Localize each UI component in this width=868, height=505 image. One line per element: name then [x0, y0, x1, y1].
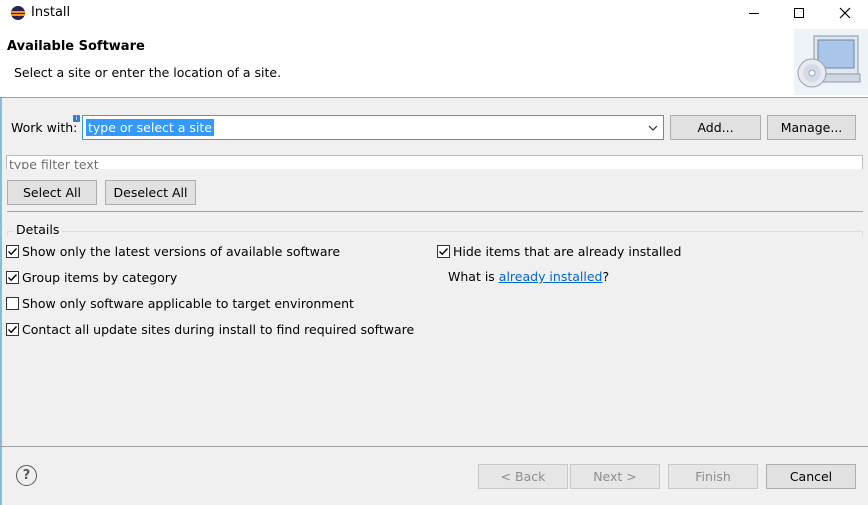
checkbox[interactable]: [437, 244, 450, 258]
option-label: Contact all update sites during install …: [22, 321, 415, 337]
checkmark-icon: [8, 247, 18, 255]
deselect-all-button[interactable]: Deselect All: [105, 180, 196, 205]
already-installed-link[interactable]: already installed: [499, 269, 603, 284]
install-banner-icon: [794, 29, 868, 95]
page-description: Select a site or enter the location of a…: [14, 65, 282, 80]
option-target-environment[interactable]: Show only software applicable to target …: [6, 295, 354, 311]
checkbox[interactable]: [6, 322, 19, 336]
eclipse-icon: [11, 6, 25, 20]
help-icon[interactable]: ?: [16, 465, 37, 486]
divider: [7, 211, 863, 212]
back-button[interactable]: < Back: [478, 464, 568, 489]
details-label: Details: [13, 222, 63, 237]
chevron-down-icon[interactable]: [647, 122, 659, 134]
add-button[interactable]: Add...: [670, 115, 761, 140]
checkbox[interactable]: [6, 244, 19, 258]
option-latest-versions[interactable]: Show only the latest versions of availab…: [6, 243, 340, 259]
next-button[interactable]: Next >: [570, 464, 660, 489]
details-group-border: [7, 231, 863, 236]
manage-button[interactable]: Manage...: [767, 115, 856, 140]
work-with-label: Work with:: [11, 120, 78, 135]
checkmark-icon: [8, 273, 18, 281]
focus-border: [0, 97, 2, 505]
option-hide-installed[interactable]: Hide items that are already installed: [437, 243, 681, 259]
title-bar: Install: [0, 0, 868, 26]
what-is-prefix: What is: [448, 269, 499, 284]
minimize-icon: [749, 12, 759, 14]
info-icon: i: [73, 115, 80, 122]
checkbox[interactable]: [6, 296, 19, 310]
filter-placeholder: type filter text: [9, 157, 99, 169]
window-title: Install: [31, 5, 71, 20]
select-all-button[interactable]: Select All: [7, 180, 97, 205]
close-button[interactable]: [822, 0, 868, 26]
close-icon: [839, 7, 851, 19]
what-is-suffix: ?: [602, 269, 610, 284]
finish-button[interactable]: Finish: [668, 464, 758, 489]
checkmark-icon: [439, 247, 449, 255]
wizard-header: Available Software Select a site or ente…: [0, 26, 868, 98]
option-label: Show only software applicable to target …: [22, 295, 354, 311]
work-with-value[interactable]: type or select a site: [86, 119, 214, 136]
work-with-combo[interactable]: type or select a site: [82, 115, 664, 140]
option-label: Show only the latest versions of availab…: [22, 243, 341, 259]
what-is-installed: What is already installed?: [448, 269, 609, 284]
checkbox[interactable]: [6, 270, 19, 284]
filter-input[interactable]: type filter text: [6, 155, 863, 169]
option-label: Hide items that are already installed: [453, 243, 682, 259]
cancel-button[interactable]: Cancel: [766, 464, 856, 489]
option-contact-update-sites[interactable]: Contact all update sites during install …: [6, 321, 414, 337]
maximize-button[interactable]: [776, 0, 822, 26]
maximize-icon: [794, 8, 804, 18]
footer-divider: [0, 446, 868, 447]
page-title: Available Software: [7, 39, 145, 54]
option-group-by-category[interactable]: Group items by category: [6, 269, 177, 285]
option-label: Group items by category: [22, 269, 178, 285]
checkmark-icon: [8, 325, 18, 333]
minimize-button[interactable]: [731, 0, 777, 26]
